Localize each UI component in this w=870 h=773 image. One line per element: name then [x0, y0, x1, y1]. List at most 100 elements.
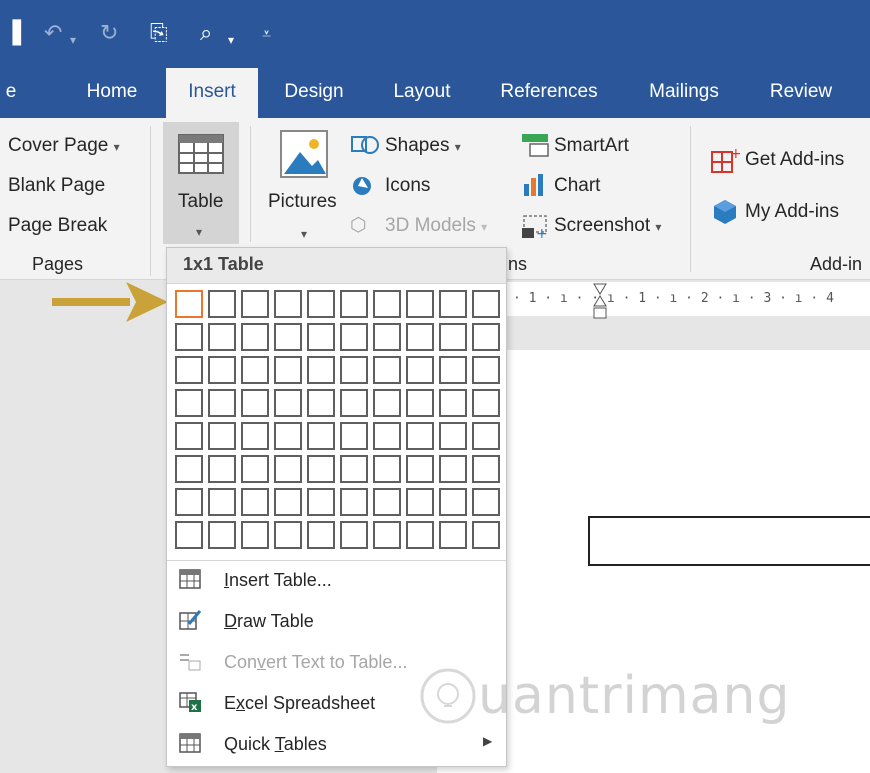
grid-cell[interactable]	[340, 389, 368, 417]
grid-cell[interactable]	[175, 488, 203, 516]
grid-cell[interactable]	[472, 356, 500, 384]
grid-cell[interactable]	[307, 455, 335, 483]
grid-cell[interactable]	[241, 323, 269, 351]
document-table[interactable]	[588, 516, 870, 566]
grid-cell[interactable]	[274, 422, 302, 450]
grid-cell[interactable]	[439, 455, 467, 483]
grid-cell[interactable]	[439, 389, 467, 417]
grid-cell[interactable]	[241, 488, 269, 516]
grid-cell[interactable]	[373, 323, 401, 351]
grid-cell[interactable]	[340, 290, 368, 318]
grid-cell[interactable]	[175, 521, 203, 549]
tab-references[interactable]: References	[490, 68, 608, 118]
tab-review[interactable]: Review	[756, 68, 846, 118]
grid-cell[interactable]	[340, 422, 368, 450]
grid-cell[interactable]	[274, 389, 302, 417]
grid-cell[interactable]	[406, 422, 434, 450]
grid-cell[interactable]	[307, 323, 335, 351]
grid-cell[interactable]	[274, 290, 302, 318]
grid-cell[interactable]	[241, 290, 269, 318]
grid-cell[interactable]	[439, 323, 467, 351]
grid-cell[interactable]	[208, 389, 236, 417]
grid-cell[interactable]	[406, 356, 434, 384]
shapes-button[interactable]: Shapes ▾	[385, 134, 461, 159]
grid-cell[interactable]	[472, 323, 500, 351]
save-icon[interactable]: ▐	[4, 22, 21, 46]
grid-cell[interactable]	[439, 488, 467, 516]
grid-cell[interactable]	[208, 323, 236, 351]
draw-table-menu-item[interactable]: Draw Table	[167, 601, 506, 641]
grid-cell[interactable]	[175, 323, 203, 351]
grid-cell[interactable]	[373, 422, 401, 450]
pictures-dropdown-icon[interactable]: ▾	[301, 222, 307, 246]
grid-cell[interactable]	[307, 356, 335, 384]
grid-cell[interactable]	[373, 521, 401, 549]
smartart-button[interactable]: SmartArt	[554, 134, 629, 158]
grid-cell[interactable]	[307, 488, 335, 516]
grid-cell[interactable]	[406, 389, 434, 417]
tab-layout[interactable]: Layout	[380, 68, 464, 118]
my-addins-button[interactable]: My Add-ins	[745, 200, 839, 224]
grid-cell[interactable]	[373, 389, 401, 417]
grid-cell[interactable]	[175, 455, 203, 483]
print-preview-icon[interactable]: ⌕	[200, 22, 212, 46]
grid-cell[interactable]	[439, 521, 467, 549]
tab-design[interactable]: Design	[272, 68, 356, 118]
table-size-grid[interactable]	[175, 290, 501, 552]
grid-cell[interactable]	[406, 290, 434, 318]
grid-cell[interactable]	[175, 422, 203, 450]
grid-cell[interactable]	[307, 389, 335, 417]
grid-cell[interactable]	[208, 488, 236, 516]
tab-insert[interactable]: Insert	[166, 68, 258, 120]
blank-page-button[interactable]: Blank Page	[8, 174, 105, 198]
tab-file[interactable]: e	[0, 68, 22, 118]
grid-cell[interactable]	[439, 356, 467, 384]
grid-cell[interactable]	[373, 455, 401, 483]
tab-home[interactable]: Home	[72, 68, 152, 118]
grid-cell[interactable]	[175, 290, 203, 318]
grid-cell[interactable]	[241, 356, 269, 384]
indent-marker-icon[interactable]	[592, 282, 608, 322]
chart-button[interactable]: Chart	[554, 174, 600, 198]
grid-cell[interactable]	[406, 455, 434, 483]
grid-cell[interactable]	[472, 488, 500, 516]
grid-cell[interactable]	[340, 488, 368, 516]
grid-cell[interactable]	[472, 455, 500, 483]
get-addins-button[interactable]: Get Add-ins	[745, 148, 844, 172]
grid-cell[interactable]	[208, 290, 236, 318]
grid-cell[interactable]	[241, 422, 269, 450]
grid-cell[interactable]	[208, 455, 236, 483]
grid-cell[interactable]	[406, 521, 434, 549]
grid-cell[interactable]	[406, 323, 434, 351]
grid-cell[interactable]	[175, 356, 203, 384]
undo-dropdown-icon[interactable]: ▾	[70, 28, 76, 52]
grid-cell[interactable]	[439, 290, 467, 318]
screenshot-button[interactable]: Screenshot ▾	[554, 214, 661, 239]
grid-cell[interactable]	[274, 488, 302, 516]
grid-cell[interactable]	[472, 422, 500, 450]
grid-cell[interactable]	[175, 389, 203, 417]
grid-cell[interactable]	[472, 290, 500, 318]
page-break-button[interactable]: Page Break	[8, 214, 107, 238]
grid-cell[interactable]	[241, 389, 269, 417]
grid-cell[interactable]	[406, 488, 434, 516]
paste-format-icon[interactable]: ⎘	[150, 22, 168, 46]
grid-cell[interactable]	[373, 356, 401, 384]
undo-icon[interactable]: ↶	[44, 22, 62, 46]
tab-mailings[interactable]: Mailings	[636, 68, 732, 118]
grid-cell[interactable]	[307, 521, 335, 549]
grid-cell[interactable]	[439, 422, 467, 450]
grid-cell[interactable]	[208, 356, 236, 384]
3d-models-button[interactable]: 3D Models ▾	[385, 214, 487, 239]
grid-cell[interactable]	[472, 389, 500, 417]
grid-cell[interactable]	[274, 455, 302, 483]
grid-cell[interactable]	[340, 356, 368, 384]
grid-cell[interactable]	[274, 356, 302, 384]
grid-cell[interactable]	[274, 521, 302, 549]
grid-cell[interactable]	[340, 323, 368, 351]
customize-toolbar-icon[interactable]: ⩡	[262, 22, 271, 46]
grid-cell[interactable]	[208, 422, 236, 450]
insert-table-menu-item[interactable]: Insert Table...	[167, 560, 506, 600]
print-preview-dropdown-icon[interactable]: ▾	[228, 28, 234, 52]
grid-cell[interactable]	[241, 521, 269, 549]
